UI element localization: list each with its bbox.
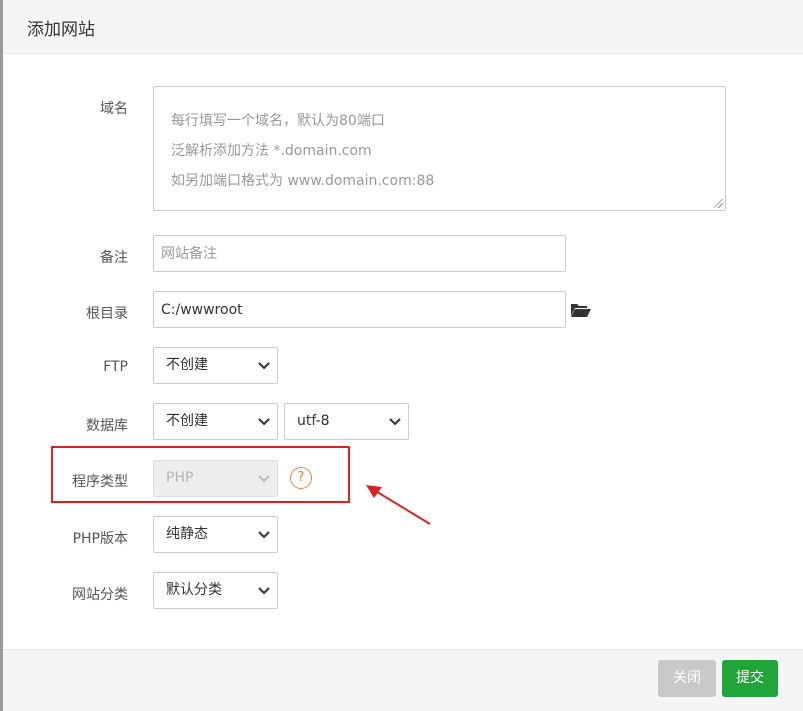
chevron-down-icon (258, 461, 270, 496)
chevron-down-icon (389, 404, 401, 439)
php-version-select-value: 纯静态 (166, 526, 208, 542)
category-select-value: 默认分类 (166, 582, 222, 598)
remark-input[interactable] (153, 235, 566, 272)
resize-handle[interactable] (714, 199, 723, 208)
program-type-select-value: PHP (166, 470, 194, 486)
help-icon[interactable]: ? (290, 467, 312, 489)
chevron-down-icon (258, 517, 270, 552)
annotation-arrow-icon (366, 485, 431, 525)
domain-placeholder-line-2: 泛解析添加方法 *.domain.com (171, 143, 372, 159)
database-select-value: 不创建 (166, 413, 208, 429)
charset-select[interactable]: utf-8 (284, 403, 409, 440)
close-button[interactable]: 关闭 (658, 660, 716, 697)
program-type-select: PHP (153, 460, 278, 497)
database-label: 数据库 (86, 418, 128, 434)
submit-button[interactable]: 提交 (722, 660, 778, 697)
root-dir-input[interactable] (153, 291, 566, 328)
php-version-label: PHP版本 (72, 531, 128, 547)
php-version-select[interactable]: 纯静态 (153, 516, 278, 553)
folder-open-icon[interactable] (570, 302, 592, 322)
domain-placeholder-line-3: 如另加端口格式为 www.domain.com:88 (171, 173, 435, 189)
chevron-down-icon (258, 348, 270, 383)
dialog-header: 添加网站 (3, 0, 803, 54)
program-type-label: 程序类型 (72, 474, 128, 490)
domain-placeholder-line-1: 每行填写一个域名，默认为80端口 (171, 113, 385, 129)
chevron-down-icon (258, 573, 270, 608)
remark-label: 备注 (100, 250, 128, 266)
root-label: 根目录 (86, 306, 128, 322)
category-label: 网站分类 (72, 587, 128, 603)
domain-textarea[interactable]: 每行填写一个域名，默认为80端口 泛解析添加方法 *.domain.com 如另… (153, 86, 726, 211)
chevron-down-icon (258, 404, 270, 439)
category-select[interactable]: 默认分类 (153, 572, 278, 609)
dialog-title: 添加网站 (27, 20, 95, 40)
ftp-select[interactable]: 不创建 (153, 347, 278, 384)
ftp-label: FTP (103, 359, 128, 375)
ftp-select-value: 不创建 (166, 357, 208, 373)
domain-label: 域名 (100, 101, 128, 117)
charset-select-value: utf-8 (297, 413, 330, 429)
database-select[interactable]: 不创建 (153, 403, 278, 440)
